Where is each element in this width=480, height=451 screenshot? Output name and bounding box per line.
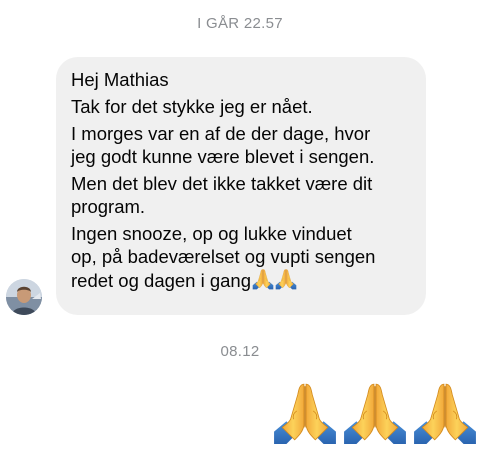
message-paragraph: I morges var en af de der dage, hvor jeg… [71, 122, 412, 168]
message-line: Men det blev det ikke takket være dit [71, 173, 373, 194]
message-line: Hej Mathias [71, 69, 169, 90]
message-line: op, på badeværelset og vupti sengen [71, 246, 376, 267]
folded-hands-icon [342, 378, 408, 448]
message-line: jeg godt kunne være blevet i sengen. [71, 146, 375, 167]
message-line-text: redet og dagen i gang [71, 270, 252, 291]
folded-hands-icon [275, 268, 297, 290]
message-paragraph: Tak for det stykke jeg er nået. [71, 95, 412, 118]
message-line: I morges var en af de der dage, hvor [71, 123, 371, 144]
message-paragraph: Men det blev det ikke takket være dit pr… [71, 172, 412, 218]
folded-hands-icon [252, 268, 274, 290]
message-line-last: redet og dagen i gang [71, 268, 412, 292]
message-paragraph: Ingen snooze, op og lukke vinduet op, på… [71, 222, 412, 292]
thread-timestamp: I GÅR 22.57 [197, 15, 283, 32]
folded-hands-icon [272, 378, 338, 448]
message-line: program. [71, 196, 146, 217]
incoming-message-bubble[interactable]: Hej Mathias Tak for det stykke jeg er nå… [56, 57, 426, 315]
outgoing-emoji-message[interactable] [272, 378, 478, 448]
avatar-photo [6, 279, 42, 315]
message-paragraph: Hej Mathias [71, 68, 412, 91]
message-line: Ingen snooze, op og lukke vinduet [71, 223, 352, 244]
folded-hands-icon [412, 378, 478, 448]
sender-avatar[interactable] [6, 279, 42, 315]
thread-timestamp: 08.12 [220, 343, 260, 360]
message-line: Tak for det stykke jeg er nået. [71, 96, 313, 117]
